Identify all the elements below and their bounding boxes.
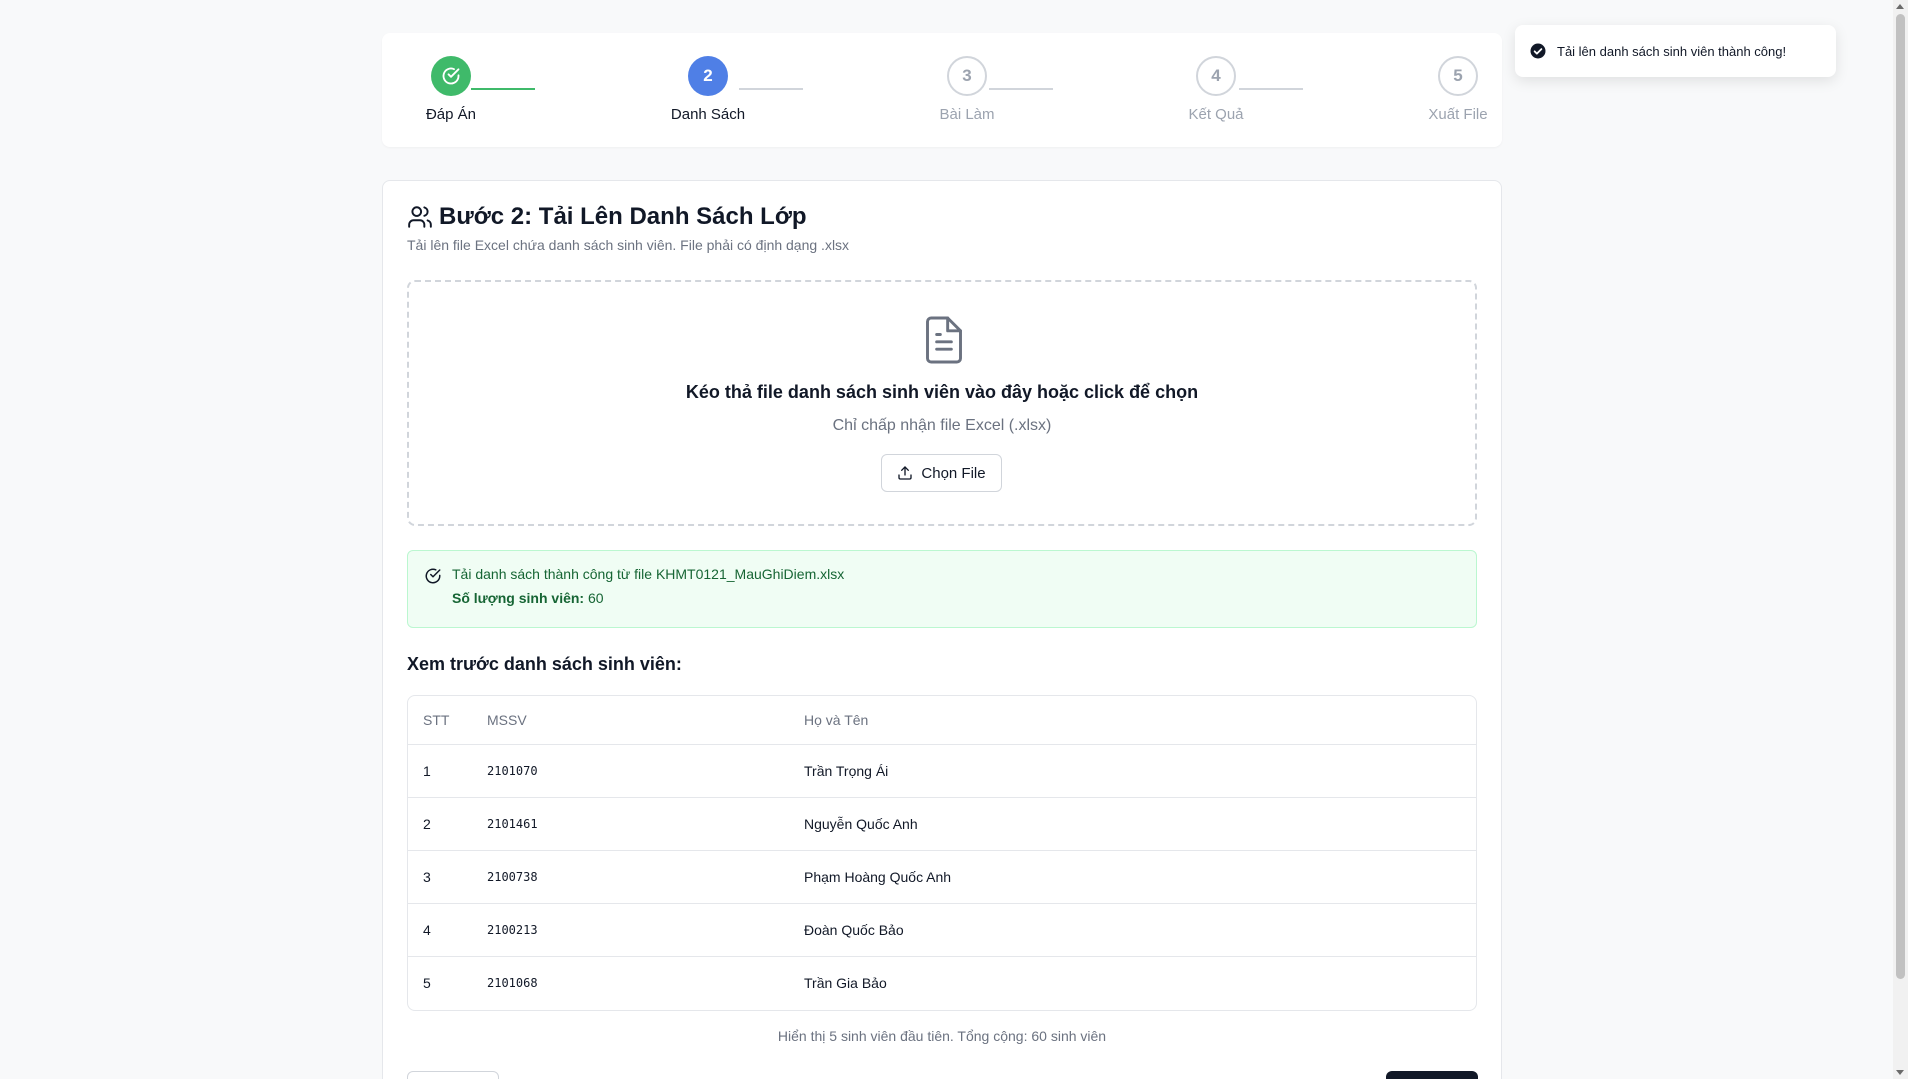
page-subtitle: Tải lên file Excel chứa danh sách sinh v… [407, 237, 850, 253]
student-count-value: 60 [588, 590, 604, 606]
table-row: 1 2101070 Trần Trọng Ái [408, 744, 1476, 798]
step-label: Danh Sách [670, 106, 746, 123]
student-count: Số lượng sinh viên: 60 [452, 590, 604, 606]
cell-stt: 5 [423, 974, 431, 991]
step-connector [471, 88, 535, 90]
users-icon [408, 206, 432, 228]
scroll-thumb[interactable] [1896, 14, 1905, 979]
next-button[interactable] [1386, 1071, 1478, 1079]
page-title-row: Bước 2: Tải Lên Danh Sách Lớp [407, 203, 807, 231]
cell-mssv: 2101461 [487, 797, 804, 851]
step-complete-indicator [431, 56, 471, 96]
choose-file-label: Chọn File [921, 464, 986, 482]
col-name: Họ và Tên [804, 696, 1476, 745]
col-mssv: MSSV [487, 696, 804, 745]
dropzone-title: Kéo thả file danh sách sinh viên vào đây… [685, 382, 1199, 402]
cell-name: Trần Gia Bảo [804, 974, 887, 991]
step-connector [1239, 88, 1303, 90]
step-number: 2 [688, 56, 728, 96]
scroll-down-icon[interactable] [1896, 1070, 1904, 1075]
cell-stt: 4 [408, 903, 487, 957]
check-circle-icon [442, 67, 460, 85]
page-title: Bước 2: Tải Lên Danh Sách Lớp [439, 203, 807, 230]
cell-mssv: 2100213 [487, 903, 804, 957]
table-row: 5 2101068 Trần Gia Bảo [408, 956, 1476, 1009]
step-number: 3 [947, 56, 987, 96]
success-toast[interactable]: Tải lên danh sách sinh viên thành công! [1515, 25, 1836, 77]
file-text-icon [926, 316, 962, 364]
cell-name: Nguyễn Quốc Anh [804, 797, 1476, 851]
student-count-label: Số lượng sinh viên: [452, 590, 585, 606]
table-row: 2 2101461 Nguyễn Quốc Anh [408, 797, 1476, 851]
table-row: 4 2100213 Đoàn Quốc Bảo [408, 903, 1476, 957]
col-stt: STT [408, 696, 487, 745]
file-dropzone[interactable]: Kéo thả file danh sách sinh viên vào đây… [407, 280, 1477, 526]
step-label: Kết Quả [1188, 106, 1244, 123]
cell-stt: 2 [408, 797, 487, 851]
step-number: 4 [1196, 56, 1236, 96]
step-label: Đáp Án [425, 106, 477, 123]
cell-mssv: 2101070 [487, 744, 804, 798]
step-xuat-file[interactable]: 5 Xuất File [1398, 56, 1518, 123]
step-connector [739, 88, 803, 90]
cell-stt: 3 [408, 850, 487, 904]
step-connector [989, 88, 1053, 90]
check-circle-icon [1530, 43, 1546, 59]
upload-icon [898, 466, 913, 480]
progress-stepper: Đáp Án 2 Danh Sách 3 Bài Làm 4 Kết Quả 5… [382, 33, 1502, 147]
cell-name: Đoàn Quốc Bảo [804, 903, 1476, 957]
choose-file-button[interactable]: Chọn File [881, 454, 1002, 492]
step-label: Bài Làm [939, 106, 995, 123]
table-header-row: STT MSSV Họ và Tên [408, 696, 1476, 745]
preview-footer-note: Hiển thị 5 sinh viên đầu tiên. Tổng cộng… [777, 1028, 1107, 1044]
step-number: 5 [1438, 56, 1478, 96]
scroll-up-icon[interactable] [1896, 4, 1904, 9]
cell-name: Trần Trọng Ái [804, 744, 1476, 798]
preview-heading: Xem trước danh sách sinh viên: [407, 654, 682, 674]
cell-mssv: 2100738 [487, 850, 804, 904]
cell-stt: 1 [408, 744, 487, 798]
upload-class-list-card: Bước 2: Tải Lên Danh Sách Lớp Tải lên fi… [382, 180, 1502, 1079]
step-label: Xuất File [1428, 106, 1488, 123]
table-row: 3 2100738 Phạm Hoàng Quốc Anh [408, 850, 1476, 904]
dropzone-hint: Chỉ chấp nhận file Excel (.xlsx) [832, 417, 1052, 434]
upload-success-alert: Tải danh sách thành công từ file KHMT012… [407, 550, 1477, 628]
back-button[interactable] [407, 1071, 499, 1079]
check-circle-icon [425, 568, 441, 584]
success-message: Tải danh sách thành công từ file KHMT012… [452, 566, 845, 582]
student-preview-table: STT MSSV Họ và Tên 1 2101070 Trần Trọng … [407, 695, 1477, 1011]
page-scrollbar[interactable] [1893, 0, 1908, 1079]
cell-name: Phạm Hoàng Quốc Anh [804, 850, 1476, 904]
toast-message: Tải lên danh sách sinh viên thành công! [1557, 43, 1787, 59]
cell-mssv: 2101068 [487, 975, 538, 990]
